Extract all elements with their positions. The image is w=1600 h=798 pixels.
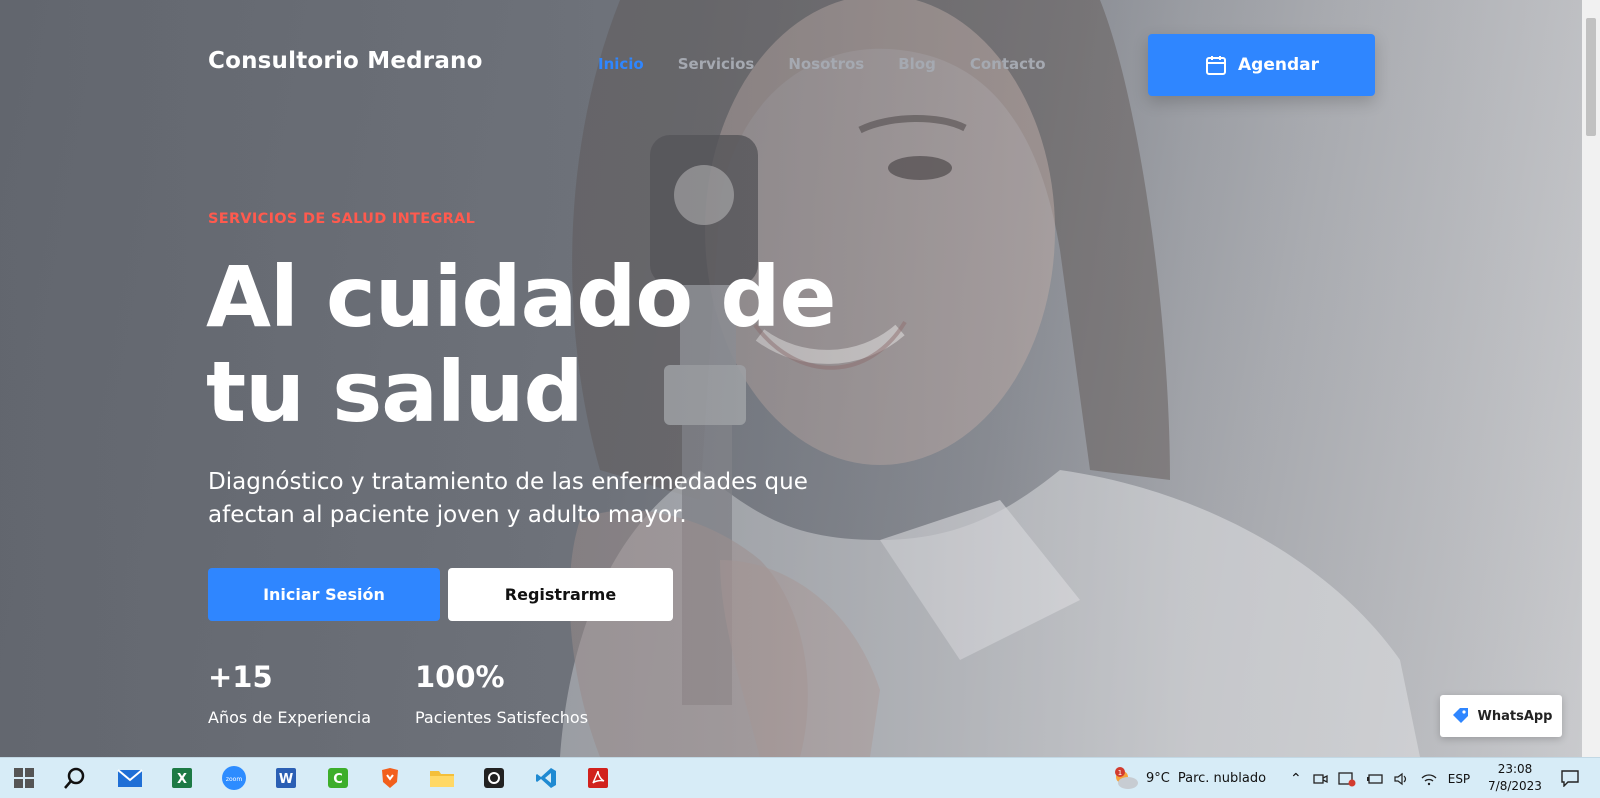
brand-logo-text[interactable]: Consultorio Medrano (208, 48, 483, 74)
notification-icon[interactable] (1556, 764, 1584, 792)
stat-experience-label: Años de Experiencia (208, 708, 372, 727)
nav-item-blog[interactable]: Blog (898, 55, 936, 73)
chevron-up-icon[interactable]: ⌃ (1290, 771, 1302, 787)
hero-title-line-2: tu salud (206, 343, 584, 441)
system-tray: ⌃ ESP (1290, 758, 1470, 798)
stat-satisfaction-label: Pacientes Satisfechos (415, 708, 589, 727)
landing-page: Consultorio Medrano Inicio Servicios Nos… (0, 0, 1582, 757)
nav-item-nosotros[interactable]: Nosotros (788, 55, 864, 73)
file-explorer-icon[interactable] (428, 764, 456, 792)
weather-widget[interactable]: 1 9°C Parc. nublado (1112, 758, 1266, 798)
battery-icon[interactable] (1366, 772, 1384, 786)
clock-date: 7/8/2023 (1488, 779, 1542, 793)
register-button[interactable]: Registrarme (448, 568, 673, 621)
volume-icon[interactable] (1394, 772, 1410, 786)
hero-subtitle: Diagnóstico y tratamiento de las enferme… (208, 466, 848, 532)
hero-title: Al cuidado de tu salud (206, 250, 926, 440)
stat-experience-value: +15 (208, 660, 273, 694)
search-icon[interactable] (61, 764, 89, 792)
nav-item-servicios[interactable]: Servicios (678, 55, 755, 73)
stat-satisfaction-value: 100% (415, 660, 505, 694)
mail-icon[interactable] (116, 764, 144, 792)
nav-item-inicio[interactable]: Inicio (598, 55, 644, 73)
github-icon[interactable] (480, 764, 508, 792)
zoom-icon-label: zoom (226, 776, 242, 783)
camtasia-icon[interactable]: C (324, 764, 352, 792)
wifi-icon[interactable] (1420, 772, 1438, 786)
login-button[interactable]: Iniciar Sesión (208, 568, 440, 621)
security-icon[interactable] (1338, 771, 1356, 787)
top-navbar: Consultorio Medrano Inicio Servicios Nos… (0, 0, 1582, 130)
hero-eyebrow: SERVICIOS DE SALUD INTEGRAL (208, 211, 476, 227)
vscode-icon[interactable] (532, 764, 560, 792)
windows-start-icon[interactable] (10, 764, 38, 792)
scrollbar-thumb[interactable] (1586, 18, 1596, 136)
stat-satisfaction: 100% Pacientes Satisfechos (415, 660, 588, 727)
brave-browser-icon[interactable] (376, 764, 404, 792)
weather-cloud-icon: 1 (1115, 766, 1138, 789)
hero-title-line-1: Al cuidado de (206, 248, 836, 346)
clock-time: 23:08 (1497, 762, 1533, 776)
acrobat-icon[interactable] (584, 764, 612, 792)
weather-badge: 1 (1118, 769, 1122, 777)
word-icon[interactable]: W (272, 764, 300, 792)
zoom-icon[interactable]: zoom (220, 764, 248, 792)
hero-subtitle-line-2: afectan al paciente joven y adulto mayor… (208, 502, 687, 528)
svg-text:C: C (333, 772, 343, 787)
whatsapp-button[interactable]: WhatsApp (1440, 695, 1562, 737)
svg-text:W: W (279, 772, 293, 787)
hero-subtitle-line-1: Diagnóstico y tratamiento de las enferme… (208, 469, 808, 495)
language-indicator[interactable]: ESP (1448, 772, 1470, 786)
taskbar-clock[interactable]: 23:08 7/8/2023 (1483, 761, 1547, 795)
calendar-icon (1206, 56, 1226, 75)
weather-temp: 9°C (1146, 771, 1170, 786)
main-nav: Inicio Servicios Nosotros Blog Contacto (598, 55, 1046, 73)
page-scrollbar[interactable] (1582, 0, 1600, 757)
agendar-label: Agendar (1238, 55, 1319, 75)
whatsapp-label: WhatsApp (1477, 708, 1553, 724)
svg-text:X: X (177, 772, 187, 787)
weather-desc: Parc. nublado (1177, 771, 1267, 786)
stat-experience: +15 Años de Experiencia (208, 660, 371, 727)
windows-taskbar: X zoom W C 1 9°C Parc. nublado ⌃ ESP 23:… (0, 757, 1600, 798)
agendar-button[interactable]: Agendar (1148, 34, 1375, 96)
whatsapp-tag-icon (1452, 708, 1468, 723)
meet-now-icon[interactable] (1312, 771, 1328, 787)
nav-item-contacto[interactable]: Contacto (970, 55, 1046, 73)
excel-icon[interactable]: X (168, 764, 196, 792)
